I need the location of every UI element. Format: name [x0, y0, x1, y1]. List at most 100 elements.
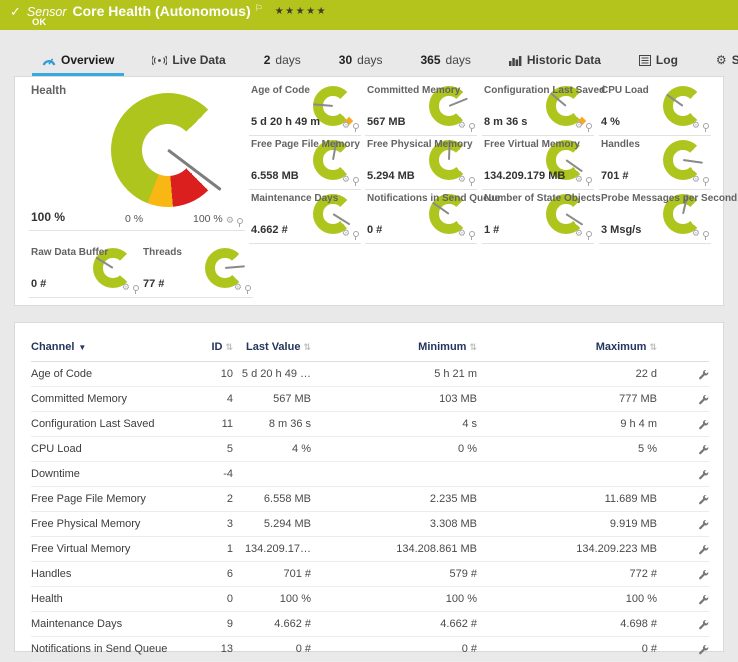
table-row[interactable]: Age of Code 10 5 d 20 h 49 … 5 h 21 m 22… — [31, 362, 709, 387]
gear-icon[interactable]: ⚙ — [458, 121, 466, 130]
channel-name[interactable]: Free Virtual Memory — [31, 537, 181, 562]
edit-channel-icon[interactable] — [698, 368, 709, 380]
tab-overview[interactable]: Overview — [32, 53, 124, 76]
gauge-tile-number-of-state-objects[interactable]: Number of State Objects 1 # ⚙ — [482, 191, 594, 244]
pin-icon[interactable] — [586, 231, 592, 237]
column-header-channel[interactable]: Channel▼ — [31, 335, 181, 362]
pin-icon[interactable] — [353, 231, 359, 237]
gauge-tile-configuration-last-saved[interactable]: Configuration Last Saved 8 m 36 s ⚙ — [482, 83, 594, 136]
channel-name[interactable]: Configuration Last Saved — [31, 412, 181, 437]
gear-icon[interactable]: ⚙ — [575, 121, 583, 130]
channel-name[interactable]: CPU Load — [31, 437, 181, 462]
table-row[interactable]: Handles 6 701 # 579 # 772 # — [31, 562, 709, 587]
tab-settings[interactable]: ⚙ Settings — [706, 53, 738, 76]
edit-channel-icon[interactable] — [698, 618, 709, 630]
gauge-tile-health[interactable]: Health 0 % 100 % 100 % ⚙ — [29, 83, 245, 231]
table-row[interactable]: Committed Memory 4 567 MB 103 MB 777 MB — [31, 387, 709, 412]
column-header-id[interactable]: ID⇅ — [181, 335, 233, 362]
tab-30-days[interactable]: 30 days — [329, 53, 393, 76]
tab-2-days[interactable]: 2 days — [254, 53, 311, 76]
gauge-tile-age-of-code[interactable]: Age of Code 5 d 20 h 49 m ⚙ — [249, 83, 361, 136]
gauge-tile-free-virtual-memory[interactable]: Free Virtual Memory 134.209.179 MB ⚙ — [482, 137, 594, 190]
pin-icon[interactable] — [237, 218, 243, 224]
table-row[interactable]: CPU Load 5 4 % 0 % 5 % — [31, 437, 709, 462]
gauge-tile-maintenance-days[interactable]: Maintenance Days 4.662 # ⚙ — [249, 191, 361, 244]
column-header-maximum[interactable]: Maximum⇅ — [477, 335, 657, 362]
edit-channel-icon[interactable] — [698, 643, 709, 655]
channel-gauge-value: 8 m 36 s — [484, 116, 527, 128]
gear-icon[interactable]: ⚙ — [122, 283, 130, 292]
edit-channel-icon[interactable] — [698, 468, 709, 480]
table-row[interactable]: Maintenance Days 9 4.662 # 4.662 # 4.698… — [31, 612, 709, 637]
pin-icon[interactable] — [245, 285, 251, 291]
edit-channel-icon[interactable] — [698, 418, 709, 430]
pin-icon[interactable] — [469, 123, 475, 129]
gear-icon[interactable]: ⚙ — [575, 175, 583, 184]
channel-name[interactable]: Age of Code — [31, 362, 181, 387]
gauge-tile-free-page-file-memory[interactable]: Free Page File Memory 6.558 MB ⚙ — [249, 137, 361, 190]
channel-name[interactable]: Maintenance Days — [31, 612, 181, 637]
tab-365-days[interactable]: 365 days — [411, 53, 481, 76]
gear-icon[interactable]: ⚙ — [692, 229, 700, 238]
channel-name[interactable]: Free Page File Memory — [31, 487, 181, 512]
edit-channel-icon[interactable] — [698, 543, 709, 555]
pin-icon[interactable] — [353, 177, 359, 183]
gear-icon[interactable]: ⚙ — [458, 175, 466, 184]
gear-icon[interactable]: ⚙ — [692, 175, 700, 184]
table-row[interactable]: Downtime -4 — [31, 462, 709, 487]
channel-name[interactable]: Notifications in Send Queue — [31, 637, 181, 662]
edit-channel-icon[interactable] — [698, 393, 709, 405]
tab-historic-data[interactable]: Historic Data — [499, 53, 611, 76]
column-header-minimum[interactable]: Minimum⇅ — [311, 335, 477, 362]
gauge-tile-cpu-load[interactable]: CPU Load 4 % ⚙ — [599, 83, 711, 136]
table-row[interactable]: Free Page File Memory 2 6.558 MB 2.235 M… — [31, 487, 709, 512]
pin-icon[interactable] — [703, 123, 709, 129]
gear-icon[interactable]: ⚙ — [575, 229, 583, 238]
channel-id: 13 — [181, 637, 233, 662]
pin-icon[interactable] — [133, 285, 139, 291]
gauge-tile-handles[interactable]: Handles 701 # ⚙ — [599, 137, 711, 190]
gauge-tile-notifications-in-send-queue[interactable]: Notifications in Send Queue 0 # ⚙ — [365, 191, 477, 244]
pin-icon[interactable] — [353, 123, 359, 129]
channel-name[interactable]: Free Physical Memory — [31, 512, 181, 537]
gauge-tile-probe-messages-per-second[interactable]: Probe Messages per Second 3 Msg/s ⚙ — [599, 191, 711, 244]
table-row[interactable]: Health 0 100 % 100 % 100 % — [31, 587, 709, 612]
edit-channel-icon[interactable] — [698, 568, 709, 580]
pin-icon[interactable] — [469, 231, 475, 237]
channel-name[interactable]: Committed Memory — [31, 387, 181, 412]
pin-icon[interactable] — [703, 231, 709, 237]
channel-gauge-label: Free Physical Memory — [367, 139, 473, 150]
flag-icon[interactable]: ⚐ — [255, 3, 263, 14]
gear-icon[interactable]: ⚙ — [234, 283, 242, 292]
gear-icon[interactable]: ⚙ — [226, 216, 234, 225]
gauge-tile-threads[interactable]: Threads 77 # ⚙ — [141, 245, 253, 298]
pin-icon[interactable] — [586, 123, 592, 129]
gauge-tile-raw-data-buffer[interactable]: Raw Data Buffer 0 # ⚙ — [29, 245, 141, 298]
gear-icon[interactable]: ⚙ — [692, 121, 700, 130]
tab-live-data[interactable]: Live Data — [142, 53, 235, 76]
gear-icon[interactable]: ⚙ — [342, 229, 350, 238]
tab-log[interactable]: Log — [629, 53, 688, 76]
gear-icon[interactable]: ⚙ — [342, 175, 350, 184]
table-row[interactable]: Free Virtual Memory 1 134.209.17… 134.20… — [31, 537, 709, 562]
channel-name[interactable]: Health — [31, 587, 181, 612]
pin-icon[interactable] — [469, 177, 475, 183]
gauge-tile-free-physical-memory[interactable]: Free Physical Memory 5.294 MB ⚙ — [365, 137, 477, 190]
table-row[interactable]: Free Physical Memory 3 5.294 MB 3.308 MB… — [31, 512, 709, 537]
channel-name[interactable]: Handles — [31, 562, 181, 587]
gear-icon[interactable]: ⚙ — [458, 229, 466, 238]
column-header-last-value[interactable]: Last Value⇅ — [233, 335, 311, 362]
channel-name[interactable]: Downtime — [31, 462, 181, 487]
table-row[interactable]: Notifications in Send Queue 13 0 # 0 # 0… — [31, 637, 709, 662]
edit-channel-icon[interactable] — [698, 593, 709, 605]
pin-icon[interactable] — [586, 177, 592, 183]
gear-icon[interactable]: ⚙ — [342, 121, 350, 130]
edit-channel-icon[interactable] — [698, 443, 709, 455]
pin-icon[interactable] — [703, 177, 709, 183]
gauge-tile-committed-memory[interactable]: Committed Memory 567 MB ⚙ — [365, 83, 477, 136]
table-row[interactable]: Configuration Last Saved 11 8 m 36 s 4 s… — [31, 412, 709, 437]
edit-channel-icon[interactable] — [698, 493, 709, 505]
edit-channel-icon[interactable] — [698, 518, 709, 530]
priority-stars[interactable]: ★★★★★ — [275, 6, 327, 17]
channel-id: 9 — [181, 612, 233, 637]
